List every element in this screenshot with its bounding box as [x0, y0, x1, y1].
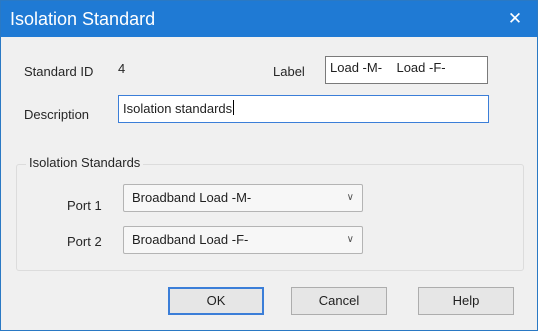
label-field[interactable]: Load -M- Load -F-: [325, 56, 488, 84]
ok-button[interactable]: OK: [168, 287, 264, 315]
isolation-standard-dialog: Isolation Standard ✕ Standard ID 4 Label…: [0, 0, 538, 331]
standard-id-value: 4: [118, 61, 126, 76]
title-bar[interactable]: Isolation Standard ✕: [1, 1, 537, 37]
port-2-label: Port 2: [67, 234, 102, 249]
chevron-down-icon: ∨: [346, 192, 354, 203]
help-button[interactable]: Help: [418, 287, 514, 315]
group-title: Isolation Standards: [26, 155, 144, 171]
port-1-selected: Broadband Load -M-: [132, 190, 252, 205]
window-title: Isolation Standard: [10, 9, 156, 29]
description-text: Isolation standards: [123, 101, 233, 116]
isolation-standards-group: [16, 164, 524, 271]
port-1-label: Port 1: [67, 198, 102, 213]
standard-id-label: Standard ID: [24, 64, 94, 79]
chevron-down-icon: ∨: [346, 234, 354, 245]
port-2-select[interactable]: Broadband Load -F- ∨: [123, 226, 363, 254]
label-label: Label: [273, 64, 305, 79]
cancel-button[interactable]: Cancel: [291, 287, 387, 315]
description-field[interactable]: Isolation standards: [118, 95, 489, 123]
close-icon[interactable]: ✕: [493, 1, 537, 37]
port-2-selected: Broadband Load -F-: [132, 232, 249, 247]
description-label: Description: [24, 107, 90, 122]
text-caret: [233, 100, 235, 115]
port-1-select[interactable]: Broadband Load -M- ∨: [123, 184, 363, 212]
